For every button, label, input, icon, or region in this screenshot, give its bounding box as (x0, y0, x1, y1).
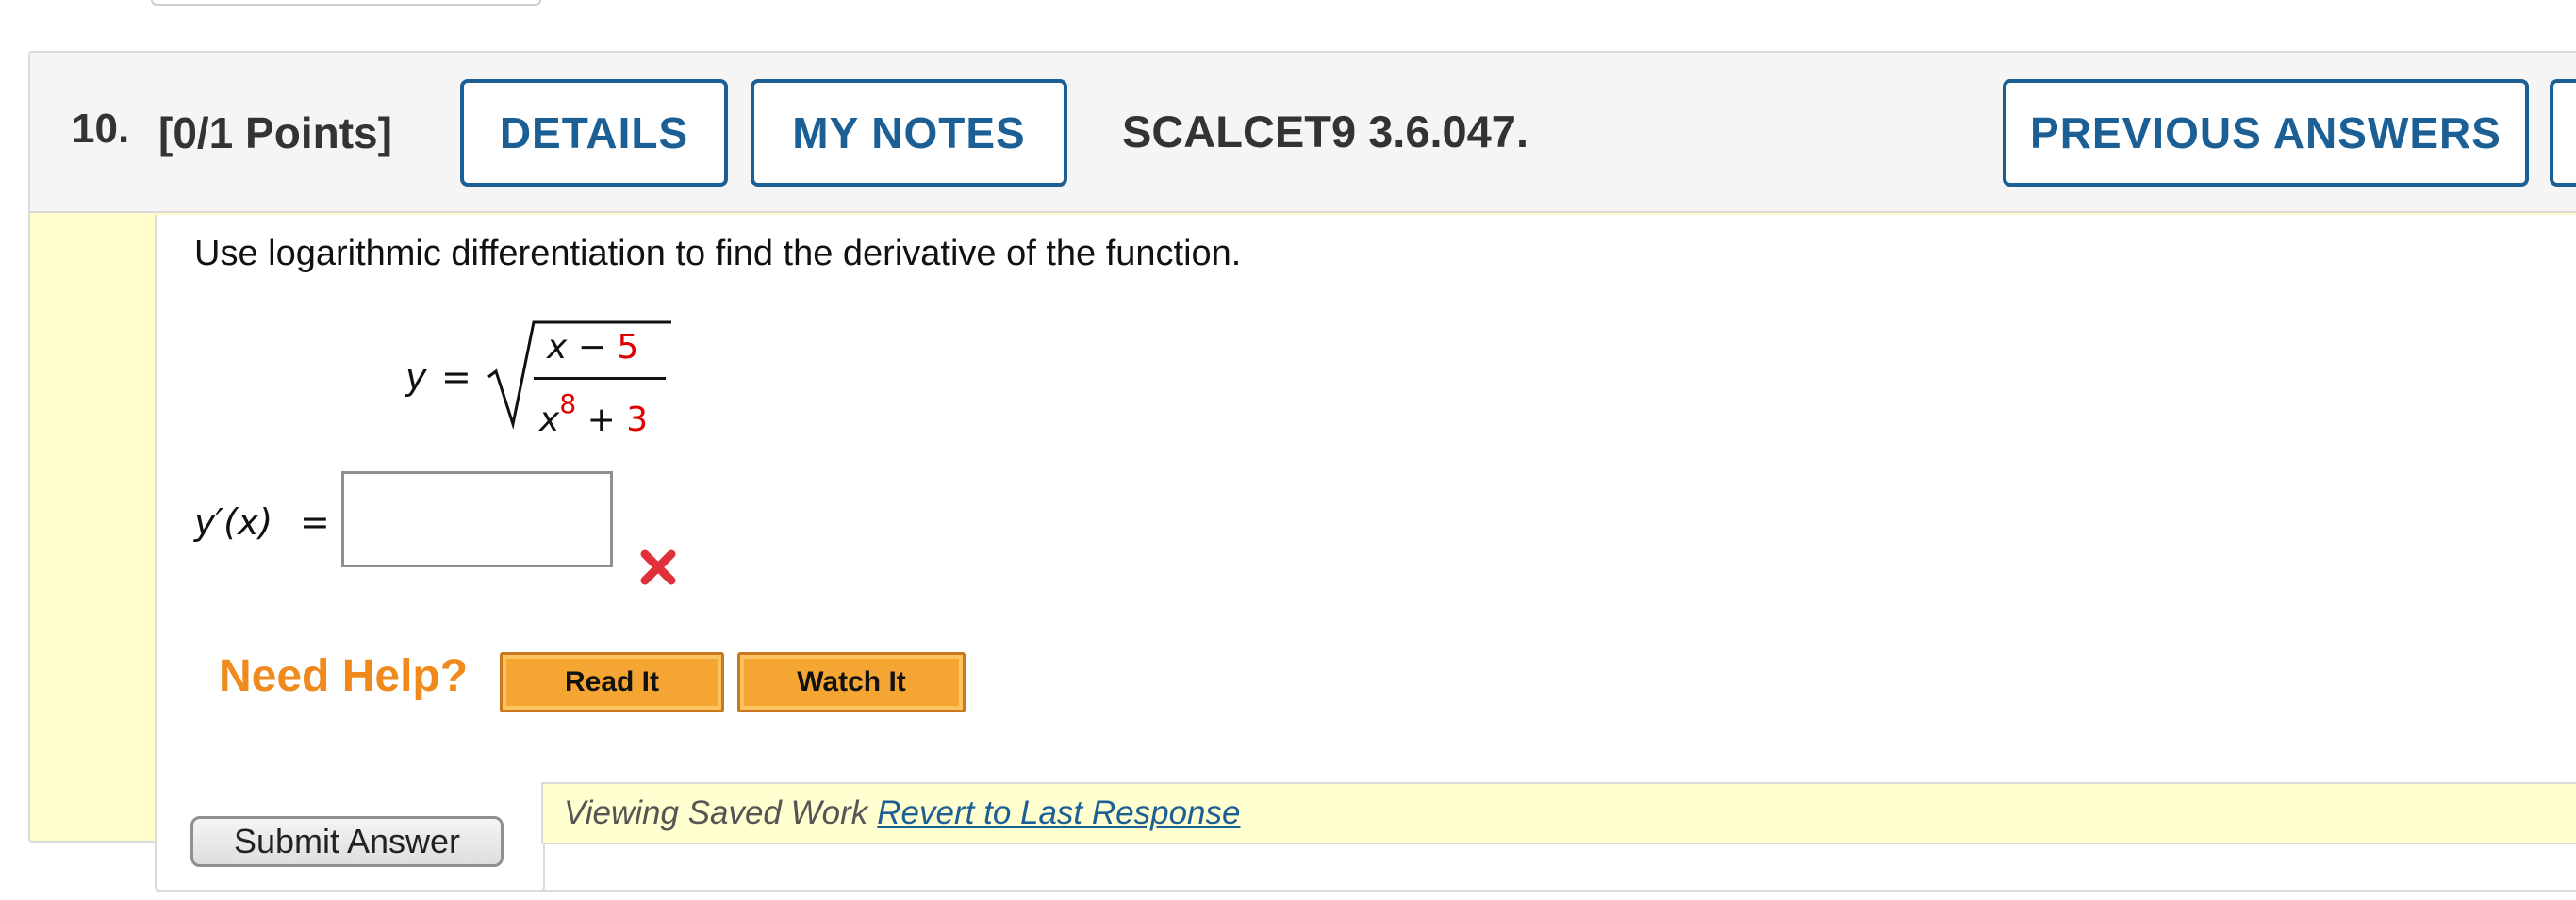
saved-work-text: Viewing Saved Work (564, 794, 868, 831)
question-prompt: Use logarithmic differentiation to find … (194, 234, 1242, 273)
question-number: 10. (72, 106, 130, 152)
answer-equals: = (300, 501, 330, 543)
fraction-denominator: x8 + 3 (539, 388, 649, 439)
details-button[interactable]: DETAILS (460, 79, 728, 187)
next-header-button[interactable] (2550, 79, 2576, 187)
denominator-exponent: 8 (559, 388, 577, 419)
denominator-variable: x (539, 401, 560, 439)
read-it-button[interactable]: Read It (500, 652, 724, 712)
equation-lhs: y (405, 356, 427, 398)
need-help-label: Need Help? (219, 651, 469, 701)
previous-answers-button[interactable]: PREVIOUS ANSWERS (2003, 79, 2529, 187)
incorrect-x-icon (640, 549, 676, 585)
watch-it-button[interactable]: Watch It (737, 652, 966, 712)
my-notes-button[interactable]: MY NOTES (751, 79, 1067, 187)
derivative-answer-input[interactable] (341, 471, 613, 567)
numerator-constant: 5 (617, 328, 639, 367)
numerator-variable: x (547, 328, 568, 367)
denominator-operator: + (586, 401, 616, 439)
fraction-numerator: x − 5 (547, 328, 638, 367)
saved-work-bar: Viewing Saved Work Revert to Last Respon… (541, 782, 2576, 844)
question-code: SCALCET9 3.6.047. (1122, 106, 1529, 156)
equation-equals: = (441, 356, 471, 398)
fraction-bar (534, 377, 666, 380)
denominator-constant: 3 (626, 401, 649, 439)
answer-label: y′(x) (194, 501, 273, 543)
submit-answer-button[interactable]: Submit Answer (190, 816, 504, 867)
revert-link[interactable]: Revert to Last Response (877, 794, 1240, 832)
previous-question-footer (151, 0, 541, 6)
numerator-operator: − (577, 328, 606, 367)
question-points: [0/1 Points] (158, 108, 392, 157)
